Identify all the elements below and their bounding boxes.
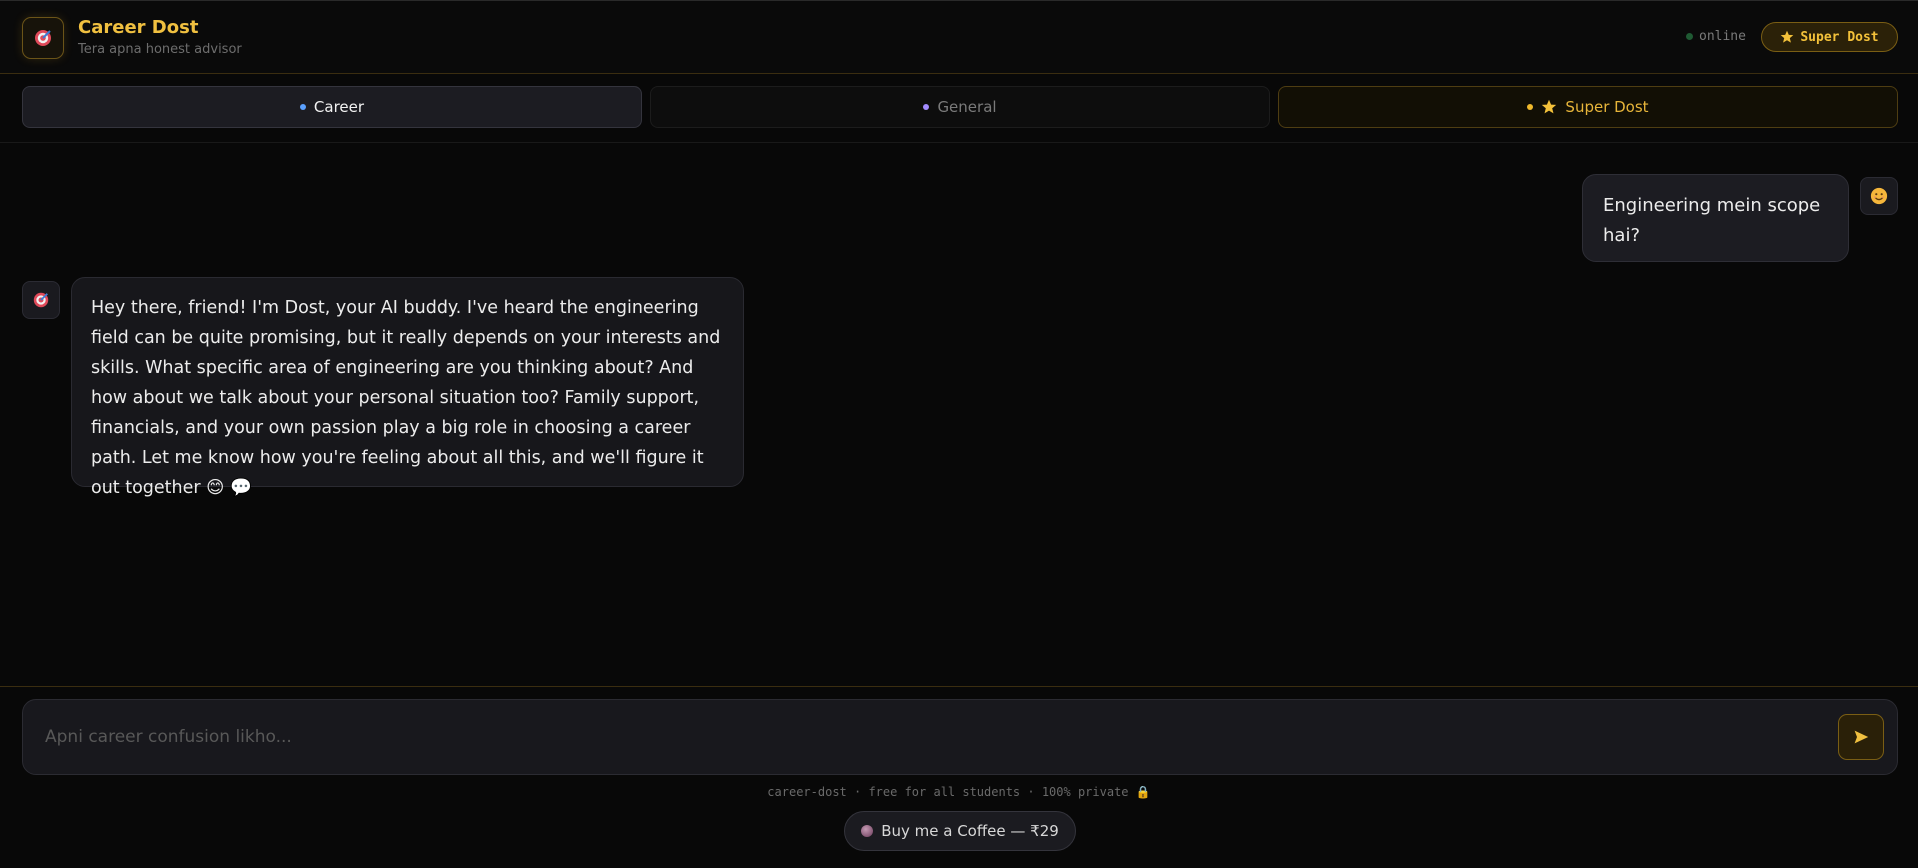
- target-icon: [22, 17, 64, 59]
- tab-general[interactable]: General: [650, 86, 1270, 128]
- buy-coffee-button[interactable]: Buy me a Coffee — ₹29: [844, 811, 1076, 851]
- tab-career-label: Career: [313, 98, 365, 116]
- general-dot-icon: [923, 104, 930, 110]
- bot-avatar: [22, 281, 60, 319]
- mode-tabs: Career General Super Dost: [0, 75, 1918, 143]
- user-avatar: [1860, 177, 1898, 215]
- app-header: Career Dost Tera apna honest advisor onl…: [0, 0, 1918, 74]
- send-button[interactable]: [1838, 714, 1884, 760]
- composer-area: career-dost · free for all students · 10…: [0, 686, 1918, 868]
- app-subtitle: Tera apna honest advisor: [78, 42, 242, 57]
- status-dot-icon: [1686, 33, 1693, 40]
- tab-career[interactable]: Career: [22, 86, 642, 128]
- online-status: online: [1686, 29, 1746, 44]
- star-icon: [1781, 30, 1794, 43]
- tab-super-dost[interactable]: Super Dost: [1278, 86, 1898, 128]
- super-dot-icon: [1527, 104, 1534, 110]
- bot-message: Hey there, friend! I'm Dost, your AI bud…: [71, 277, 744, 498]
- tab-general-label: General: [937, 98, 997, 116]
- tab-super-dost-label: Super Dost: [1565, 98, 1649, 116]
- career-dot-icon: [299, 104, 306, 110]
- send-arrow-icon: [1854, 730, 1869, 744]
- user-message: Engineering mein scope hai?: [1582, 174, 1849, 262]
- footer-note: career-dost · free for all students · 10…: [767, 785, 1151, 799]
- app-title: Career Dost: [78, 17, 199, 38]
- super-dost-button[interactable]: Super Dost: [1761, 22, 1898, 52]
- coffee-icon: [861, 825, 874, 837]
- buy-coffee-label: Buy me a Coffee — ₹29: [881, 822, 1059, 840]
- composer-box: [22, 699, 1898, 775]
- star-icon: [1542, 99, 1557, 114]
- status-label: online: [1699, 29, 1746, 44]
- message-input[interactable]: [43, 720, 1843, 754]
- super-dost-button-label: Super Dost: [1800, 29, 1879, 45]
- target-icon: [33, 292, 49, 308]
- smiling-face-icon: [1870, 187, 1888, 205]
